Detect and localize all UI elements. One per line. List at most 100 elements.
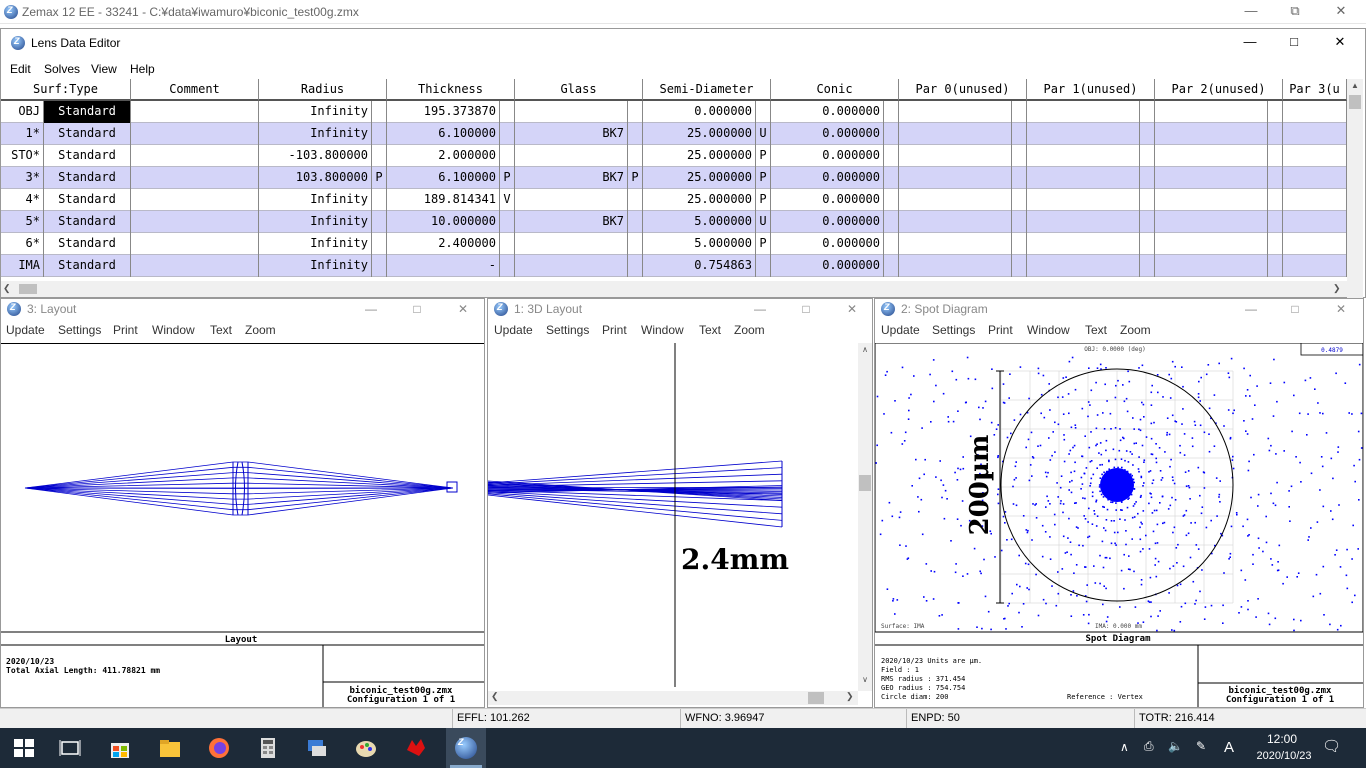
layout-menu-window[interactable]: Window — [152, 323, 195, 337]
comment-cell[interactable] — [131, 189, 259, 211]
conic-solve[interactable] — [884, 123, 899, 145]
scroll-down-icon[interactable]: ∨ — [858, 675, 872, 684]
thickness-cell[interactable]: 195.373870 — [387, 101, 500, 123]
semi-diameter-solve[interactable]: P — [756, 233, 771, 255]
thickness-solve[interactable] — [500, 255, 515, 277]
semi-diameter-cell[interactable]: 5.000000 — [643, 233, 756, 255]
surface-number[interactable]: 5* — [1, 211, 44, 233]
scroll-up-icon[interactable]: ▲ — [1348, 81, 1362, 91]
par1-solve[interactable] — [1140, 101, 1155, 123]
radius-cell[interactable]: Infinity — [259, 255, 372, 277]
scroll-left-icon[interactable]: ❮ — [3, 283, 13, 295]
restore-button[interactable]: ⧉ — [1272, 0, 1318, 24]
glass-solve[interactable] — [628, 255, 643, 277]
semi-diameter-solve[interactable]: P — [756, 167, 771, 189]
column-header[interactable]: Semi-Diameter — [643, 79, 771, 101]
par1-solve[interactable] — [1140, 167, 1155, 189]
glass-solve[interactable] — [628, 189, 643, 211]
surface-type[interactable]: Standard — [44, 233, 131, 255]
3d-vscroll-thumb[interactable] — [859, 475, 871, 491]
column-header[interactable]: Glass — [515, 79, 643, 101]
radius-solve[interactable] — [372, 123, 387, 145]
comment-cell[interactable] — [131, 211, 259, 233]
glass-cell[interactable] — [515, 145, 628, 167]
semi-diameter-solve[interactable]: U — [756, 123, 771, 145]
lde-hscroll-thumb[interactable] — [19, 284, 37, 294]
surface-type[interactable]: Standard — [44, 211, 131, 233]
par1-solve[interactable] — [1140, 123, 1155, 145]
layout-maximize-button[interactable]: □ — [395, 299, 439, 321]
3d-menu-update[interactable]: Update — [494, 323, 533, 337]
radius-solve[interactable] — [372, 189, 387, 211]
scroll-right-icon[interactable]: ❯ — [846, 691, 854, 702]
column-header[interactable]: Comment — [131, 79, 259, 101]
par2-solve[interactable] — [1268, 255, 1283, 277]
thickness-cell[interactable]: 2.400000 — [387, 233, 500, 255]
column-header[interactable]: Conic — [771, 79, 899, 101]
radius-solve[interactable] — [372, 233, 387, 255]
spot-menu-text[interactable]: Text — [1085, 323, 1107, 337]
menu-view[interactable]: View — [91, 62, 117, 76]
tray-chevron-icon[interactable]: ∧ — [1120, 740, 1129, 754]
column-header[interactable]: Radius — [259, 79, 387, 101]
par2-cell[interactable] — [1155, 233, 1268, 255]
radius-cell[interactable]: Infinity — [259, 123, 372, 145]
par1-cell[interactable] — [1027, 211, 1140, 233]
conic-solve[interactable] — [884, 101, 899, 123]
layout-close-button[interactable]: ✕ — [441, 299, 485, 321]
3d-maximize-button[interactable]: □ — [784, 299, 828, 321]
surface-type[interactable]: Standard — [44, 189, 131, 211]
spot-minimize-button[interactable]: — — [1229, 299, 1273, 321]
radius-cell[interactable]: Infinity — [259, 233, 372, 255]
par0-solve[interactable] — [1012, 255, 1027, 277]
3d-minimize-button[interactable]: — — [738, 299, 782, 321]
par1-solve[interactable] — [1140, 255, 1155, 277]
glass-solve[interactable] — [628, 123, 643, 145]
conic-solve[interactable] — [884, 167, 899, 189]
semi-diameter-solve[interactable] — [756, 101, 771, 123]
thickness-cell[interactable]: 10.000000 — [387, 211, 500, 233]
surface-number[interactable]: 1* — [1, 123, 44, 145]
par3-cell[interactable] — [1283, 123, 1347, 145]
glass-cell[interactable] — [515, 101, 628, 123]
comment-cell[interactable] — [131, 101, 259, 123]
par1-solve[interactable] — [1140, 189, 1155, 211]
surface-type[interactable]: Standard — [44, 123, 131, 145]
semi-diameter-solve[interactable] — [756, 255, 771, 277]
thickness-cell[interactable]: 189.814341 — [387, 189, 500, 211]
spot-menu-print[interactable]: Print — [988, 323, 1013, 337]
par2-solve[interactable] — [1268, 189, 1283, 211]
lde-maximize-button[interactable]: □ — [1271, 31, 1317, 55]
glass-cell[interactable]: BK7 — [515, 167, 628, 189]
3d-vertical-scrollbar[interactable]: ∧ ∨ — [858, 343, 872, 691]
comment-cell[interactable] — [131, 255, 259, 277]
par3-cell[interactable] — [1283, 145, 1347, 167]
semi-diameter-cell[interactable]: 25.000000 — [643, 123, 756, 145]
file-explorer-icon[interactable] — [158, 736, 182, 760]
surface-number[interactable]: STO* — [1, 145, 44, 167]
menu-help[interactable]: Help — [130, 62, 155, 76]
spot-close-button[interactable]: ✕ — [1319, 299, 1363, 321]
surface-number[interactable]: 4* — [1, 189, 44, 211]
surface-type[interactable]: Standard — [44, 101, 131, 123]
surface-type[interactable]: Standard — [44, 145, 131, 167]
conic-cell[interactable]: 0.000000 — [771, 123, 884, 145]
glass-solve[interactable] — [628, 145, 643, 167]
scroll-right-icon[interactable]: ❯ — [1333, 283, 1343, 295]
par2-solve[interactable] — [1268, 211, 1283, 233]
semi-diameter-solve[interactable]: P — [756, 189, 771, 211]
thickness-cell[interactable]: 6.100000 — [387, 123, 500, 145]
par2-cell[interactable] — [1155, 255, 1268, 277]
glass-solve[interactable] — [628, 211, 643, 233]
radius-cell[interactable]: Infinity — [259, 211, 372, 233]
spot-menu-zoom[interactable]: Zoom — [1120, 323, 1151, 337]
glass-cell[interactable] — [515, 233, 628, 255]
glass-solve[interactable] — [628, 101, 643, 123]
pen-icon[interactable]: ✎ — [1196, 739, 1206, 753]
glass-solve[interactable] — [628, 233, 643, 255]
semi-diameter-cell[interactable]: 0.754863 — [643, 255, 756, 277]
thickness-cell[interactable]: - — [387, 255, 500, 277]
par3-cell[interactable] — [1283, 189, 1347, 211]
lde-minimize-button[interactable]: — — [1227, 31, 1273, 55]
par2-solve[interactable] — [1268, 233, 1283, 255]
